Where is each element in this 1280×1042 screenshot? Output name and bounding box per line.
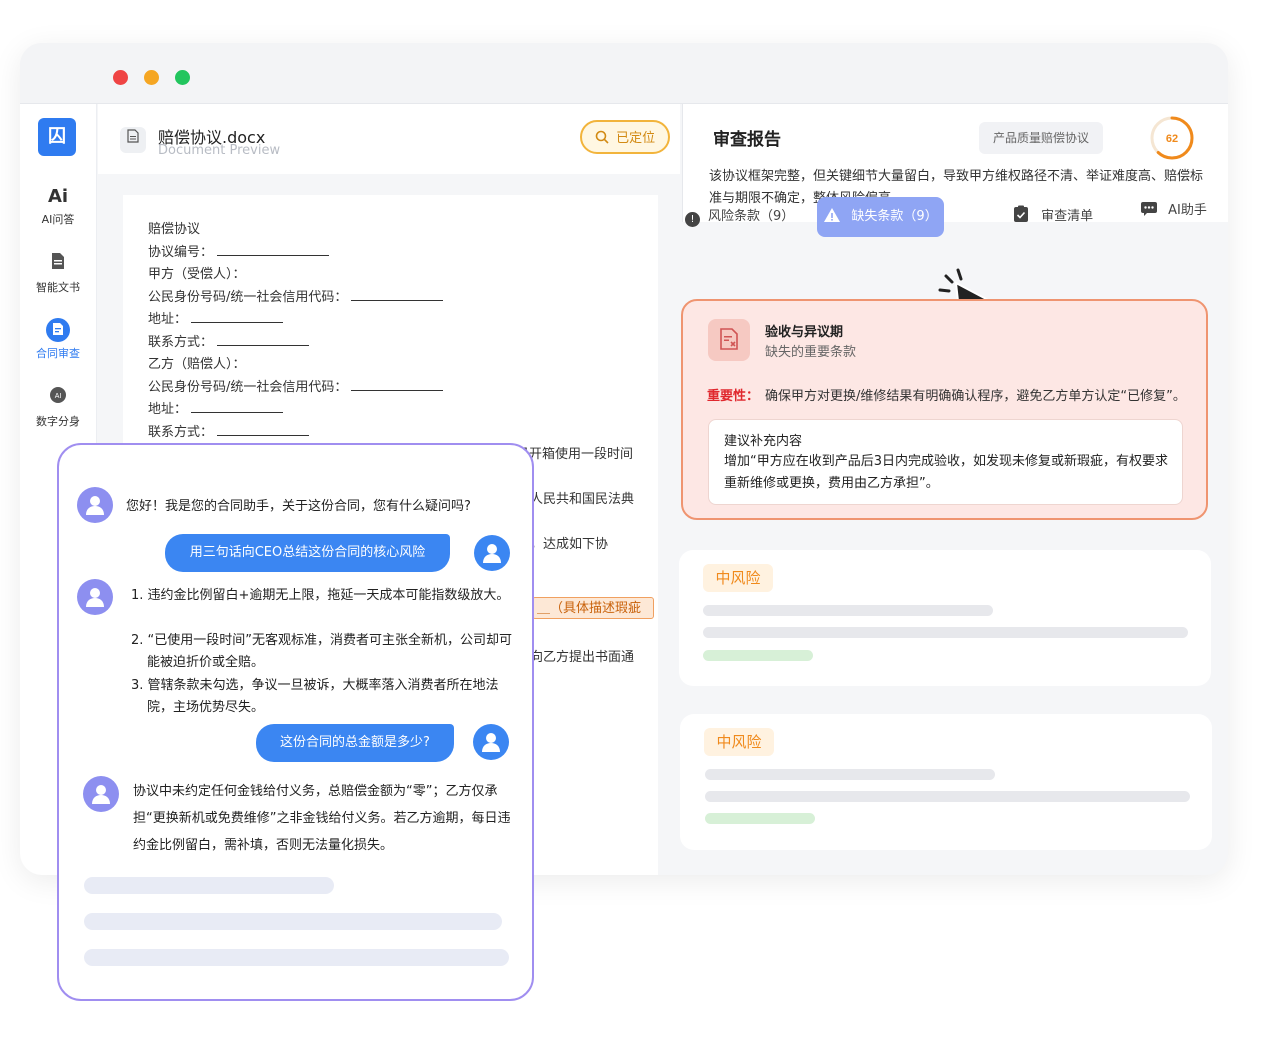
doc-fragment: 人民共和国民法典 <box>530 492 635 507</box>
file-icon <box>120 127 146 153</box>
assistant-answer-item: 3. 管辖条款未勾选，争议一旦被诉，大概率落入消费者所在地法院，主场优势尽失。 <box>131 678 499 715</box>
user-message: 这份合同的总金额是多少? <box>256 724 454 762</box>
sidebar-item-label: 数字分身 <box>36 415 80 428</box>
maximize-window-dot[interactable] <box>175 70 190 85</box>
doc-fragment: ，达成如下协 <box>530 537 609 552</box>
title-bar <box>20 43 1228 104</box>
user-icon <box>482 733 500 752</box>
sidebar-item-label: 智能文书 <box>36 281 80 294</box>
loading-placeholder-bar <box>84 877 334 894</box>
doc-line: 协议编号： <box>148 241 330 260</box>
tab-review-checklist[interactable]: 审查清单 <box>1013 199 1093 235</box>
located-highlight[interactable]: ＿（具体描述瑕疵 <box>532 597 654 619</box>
loading-placeholder-bar <box>84 949 509 966</box>
doc-line: 地址： <box>148 308 284 327</box>
sidebar-item-contract-review[interactable]: 合同审查 <box>20 318 96 361</box>
risk-card[interactable]: 中风险 <box>680 714 1212 850</box>
suggestion-text: 增加“甲方应在收到产品后3日内完成验收，如发现未修复或新瑕疵，有权要求重新维修或… <box>724 454 1169 491</box>
assistant-avatar <box>83 776 119 812</box>
placeholder-bar <box>705 791 1190 802</box>
minimize-window-dot[interactable] <box>144 70 159 85</box>
tab-risk-clauses[interactable]: ! 风险条款（9） <box>685 199 794 235</box>
sidebar-item-label: AI问答 <box>41 213 75 226</box>
doc-line: 甲方（受偿人）： <box>148 267 246 282</box>
risk-score-value: 62 <box>1166 133 1178 145</box>
locate-button[interactable]: 已定位 <box>580 120 670 154</box>
placeholder-bar <box>703 605 993 616</box>
document-icon <box>20 252 96 276</box>
chat-dots-icon <box>1140 202 1168 218</box>
close-window-dot[interactable] <box>113 70 128 85</box>
search-icon <box>595 130 616 146</box>
importance-text: 重要性： 确保甲方对更换/维修结果有明确确认程序，避免乙方单方认定“已修复”。 <box>707 389 1186 404</box>
app-logo[interactable]: 囚 <box>38 118 76 156</box>
sidebar-item-digital-avatar[interactable]: AI 数字分身 <box>20 386 96 429</box>
risk-card[interactable]: 中风险 <box>679 550 1211 686</box>
contract-type-tag: 产品质量赔偿协议 <box>979 122 1103 154</box>
sidebar-item-label: 合同审查 <box>36 347 80 360</box>
report-title: 审查报告 <box>713 130 781 150</box>
document-subtitle: Document Preview <box>158 143 281 158</box>
user-icon <box>483 544 501 563</box>
chat-panel: 您好！我是您的合同助手，关于这份合同，您有什么疑问吗? 用三句话向CEO总结这份… <box>57 443 534 1001</box>
tab-missing-clauses[interactable]: 缺失条款（9） <box>817 197 944 237</box>
doc-line: 乙方（赔偿人）： <box>148 357 246 372</box>
document-x-icon <box>708 319 750 361</box>
doc-line: 公民身份号码/统一社会信用代码： <box>148 376 444 395</box>
assistant-answer: 协议中未约定任何金钱给付义务，总赔偿金额为“零”；乙方仅承担“更换新机或免费维修… <box>133 784 511 853</box>
alert-circle-icon: ! <box>685 212 700 227</box>
placeholder-bar <box>703 650 813 661</box>
user-icon <box>92 785 110 804</box>
user-icon <box>86 588 104 607</box>
doc-line: 地址： <box>148 398 284 417</box>
doc-line: 联系方式： <box>148 331 310 350</box>
assistant-avatar <box>77 487 113 523</box>
doc-line: 公民身份号码/统一社会信用代码： <box>148 286 444 305</box>
assistant-avatar <box>77 579 113 615</box>
digital-avatar-icon: AI <box>20 386 96 410</box>
risk-score-ring: 62 <box>1149 115 1195 161</box>
missing-clause-subtitle: 缺失的重要条款 <box>765 345 857 360</box>
document-header: 赔偿协议.docx Document Preview 已定位 <box>98 104 680 174</box>
sidebar-item-ai-qa[interactable]: Ai AI问答 <box>20 186 96 227</box>
user-avatar <box>473 724 509 760</box>
warning-triangle-icon <box>823 208 851 224</box>
suggestion-title: 建议补充内容 <box>724 434 803 449</box>
suggestion-box: 建议补充内容 增加“甲方应在收到产品后3日内完成验收，如发现未修复或新瑕疵，有权… <box>708 419 1183 505</box>
ai-icon: Ai <box>47 186 69 207</box>
assistant-answer-item: 2. “已使用一段时间”无客观标准，消费者可主张全新机，公司却可能被迫折价或全赔… <box>131 633 513 670</box>
placeholder-bar <box>705 813 815 824</box>
user-icon <box>86 496 104 515</box>
assistant-answer-item: 1. 违约金比例留白+逾期无上限，拖延一天成本可能指数级放大。 <box>131 588 510 603</box>
missing-clause-title: 验收与异议期 <box>765 325 844 340</box>
user-avatar <box>474 535 510 571</box>
user-message: 用三句话向CEO总结这份合同的核心风险 <box>165 534 450 572</box>
loading-placeholder-bar <box>84 913 502 930</box>
doc-fragment: 已开箱使用一段时间 <box>516 447 634 462</box>
risk-level-badge: 中风险 <box>703 564 773 592</box>
placeholder-bar <box>705 769 995 780</box>
locate-label: 已定位 <box>616 131 656 146</box>
risk-level-badge: 中风险 <box>704 728 774 756</box>
doc-line: 联系方式： <box>148 421 310 440</box>
contract-review-icon <box>46 318 70 342</box>
sidebar-item-smart-docs[interactable]: 智能文书 <box>20 252 96 295</box>
doc-line: 赔偿协议 <box>148 222 201 237</box>
assistant-greeting: 您好！我是您的合同助手，关于这份合同，您有什么疑问吗? <box>126 499 471 514</box>
svg-text:AI: AI <box>55 393 62 400</box>
tab-ai-assistant[interactable]: AI助手 <box>1140 193 1207 229</box>
placeholder-bar <box>703 627 1188 638</box>
missing-clause-card[interactable]: 验收与异议期 缺失的重要条款 重要性： 确保甲方对更换/维修结果有明确确认程序，避… <box>681 299 1208 520</box>
doc-fragment: 向乙方提出书面通 <box>530 650 635 665</box>
clipboard-check-icon <box>1013 205 1041 224</box>
